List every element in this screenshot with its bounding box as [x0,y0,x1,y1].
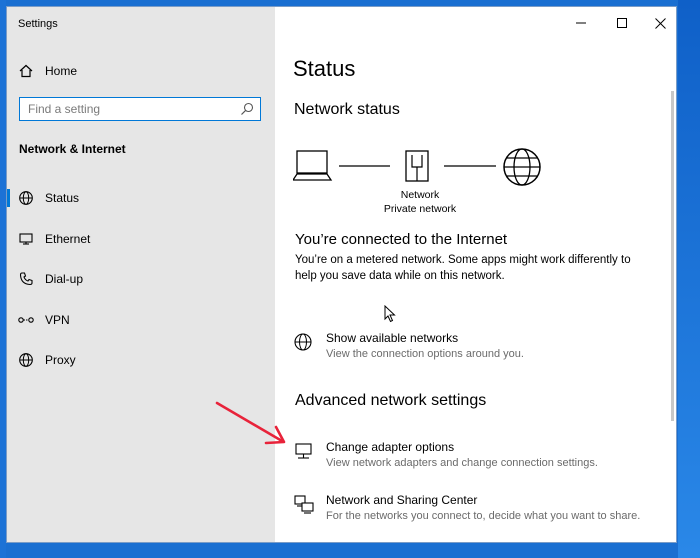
home-icon [18,63,34,79]
advanced-network-settings-heading: Advanced network settings [295,392,487,409]
page-title: Status [293,56,356,81]
sidebar-item-ethernet[interactable]: Ethernet [7,221,275,257]
annotation-arrow-icon [215,401,286,445]
link-description: For the networks you connect to, decide … [326,510,641,522]
network-status-heading: Network status [294,101,400,118]
search-box[interactable] [19,97,261,121]
maximize-icon [617,18,627,28]
network-type: Private network [383,203,457,215]
sidebar-item-label: Ethernet [45,232,91,246]
link-title: Network and Sharing Center [326,493,478,507]
minimize-button[interactable] [567,11,595,35]
show-available-networks-link[interactable]: Show available networks View the connect… [293,329,653,365]
sidebar-item-home[interactable]: Home [7,53,275,89]
connected-heading: You’re connected to the Internet [295,231,508,248]
sidebar-item-status[interactable]: Status [7,180,275,216]
sidebar-item-label: VPN [45,313,70,327]
mouse-cursor-icon [384,305,396,323]
active-indicator [7,189,10,207]
sidebar-item-label: Dial-up [45,272,84,286]
scrollbar[interactable] [671,91,674,421]
network-name: Network [400,189,440,201]
search-icon[interactable] [240,102,254,116]
globe-icon [18,352,34,368]
link-description: View the connection options around you. [326,348,524,360]
connected-description-line-1: You’re on a metered network. Some apps m… [295,254,631,266]
link-title: Show available networks [326,331,459,345]
sidebar-item-vpn[interactable]: VPN [7,302,275,338]
window-title: Settings [18,18,58,30]
desktop-background-right [678,0,700,558]
vpn-icon [18,312,34,328]
change-adapter-options-link[interactable]: Change adapter options View network adap… [293,437,673,473]
phone-icon [18,271,34,287]
link-title: Change adapter options [326,440,455,454]
settings-window: Settings Home Network & Internet Status [6,6,677,543]
globe-icon [294,333,312,351]
globe-icon [18,190,34,206]
sharing-center-icon [294,495,314,514]
network-and-sharing-center-link[interactable]: Network and Sharing Center For the netwo… [293,490,673,526]
ethernet-icon [18,231,34,247]
sidebar-item-label: Status [45,191,80,205]
main-content: Status Network status Network Private ne… [275,7,676,542]
connected-description-line-2: help you save data while on this network… [295,270,505,282]
maximize-button[interactable] [608,11,636,35]
sidebar-item-label: Proxy [45,353,76,367]
network-diagram [293,148,541,186]
search-input[interactable] [20,98,238,120]
sidebar-item-proxy[interactable]: Proxy [7,342,275,378]
link-description: View network adapters and change connect… [326,457,598,469]
globe-icon [503,148,541,186]
sidebar-item-label: Home [45,64,78,78]
sidebar-item-dial-up[interactable]: Dial-up [7,261,275,297]
section-title: Network & Internet [19,142,126,156]
close-icon [654,17,666,29]
network-adapter-icon [295,443,312,459]
router-icon [405,150,429,182]
minimize-icon [576,22,586,24]
sidebar: Settings Home Network & Internet Status [7,7,275,542]
laptop-icon [293,150,333,181]
close-button[interactable] [646,11,674,35]
